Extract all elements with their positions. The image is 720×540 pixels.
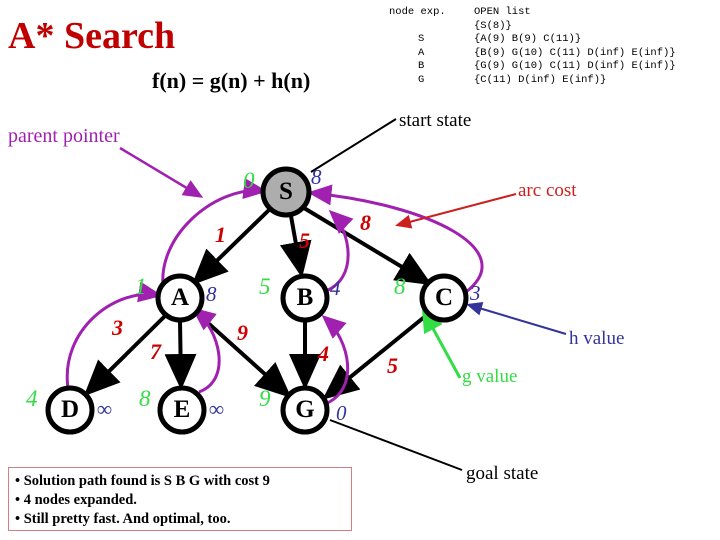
arc-cost-a-e: 7 [150,339,161,364]
trace-open-column: {S(8)} {A(9) B(9) C(11)} {B(9) G(10) C(1… [474,19,676,86]
arc-cost-s-b: 5 [299,228,310,253]
g-value-c: 8 [394,274,406,299]
trace-expanded-column: S A B G [418,33,425,86]
summary-line-3: Still pretty fast. And optimal, too. [15,510,345,529]
label-start-state: start state [399,110,472,131]
label-arc-cost: arc cost [518,180,577,201]
h-value-d: ∞ [97,397,112,421]
h-value-s: 8 [311,165,322,189]
node-label-a: A [170,284,190,311]
node-label-d: D [60,396,80,423]
arc-cost-s-c: 8 [360,210,371,235]
parent-pointer-e-a [191,307,221,394]
edge-group [83,206,433,400]
g-value-g: 9 [259,386,271,411]
summary-line-2: 4 nodes expanded. [15,491,345,510]
label-h-value: h value [569,328,625,349]
edge-a-e [164,320,197,390]
slide-canvas: A* Search f(n) = g(n) + h(n) node exp. O… [0,0,720,540]
arc-cost-s-a: 1 [215,222,226,247]
arc-cost-a-d: 3 [112,315,123,340]
edge-c-g [322,312,430,400]
parent-pointer-leader [119,146,204,198]
node-label-e: E [173,396,191,423]
summary-box: Solution path found is S B G with cost 9… [8,467,352,531]
h-value-e: ∞ [209,397,224,421]
edge-s-a [191,207,272,286]
h-value-c: 3 [470,281,481,305]
h-value-a: 8 [206,282,217,306]
parent-pointer-d-a [65,281,163,389]
formula-text: f(n) = g(n) + h(n) [152,68,311,93]
h-value-leader [466,302,567,335]
page-title: A* Search [8,15,176,57]
arc-cost-c-g: 5 [387,353,398,378]
node-group [45,166,469,435]
h-value-b: 4 [330,276,341,300]
node-label-c: C [434,284,454,311]
label-g-value: g value [462,366,518,387]
label-goal-state: goal state [466,463,539,484]
arc-cost-b-g: 4 [318,341,329,366]
summary-line-1: Solution path found is S B G with cost 9 [15,472,345,491]
node-label-g: G [295,396,315,423]
g-value-s: 0 [243,168,255,193]
trace-col2-header: OPEN list [474,6,531,18]
g-value-d: 4 [26,386,38,411]
label-parent-pointer: parent pointer [8,125,120,147]
g-value-e: 8 [139,386,151,411]
goal-state-pointer [329,419,463,471]
node-label-s: S [279,178,293,205]
trace-col1-header: node exp. [389,6,446,18]
start-state-pointer [310,118,397,173]
arc-cost-leader [395,193,517,229]
node-label-b: B [296,284,314,311]
h-value-g: 0 [336,401,347,425]
arc-cost-a-g: 9 [237,320,248,345]
g-value-b: 5 [259,274,271,299]
g-value-a: 1 [135,274,147,299]
